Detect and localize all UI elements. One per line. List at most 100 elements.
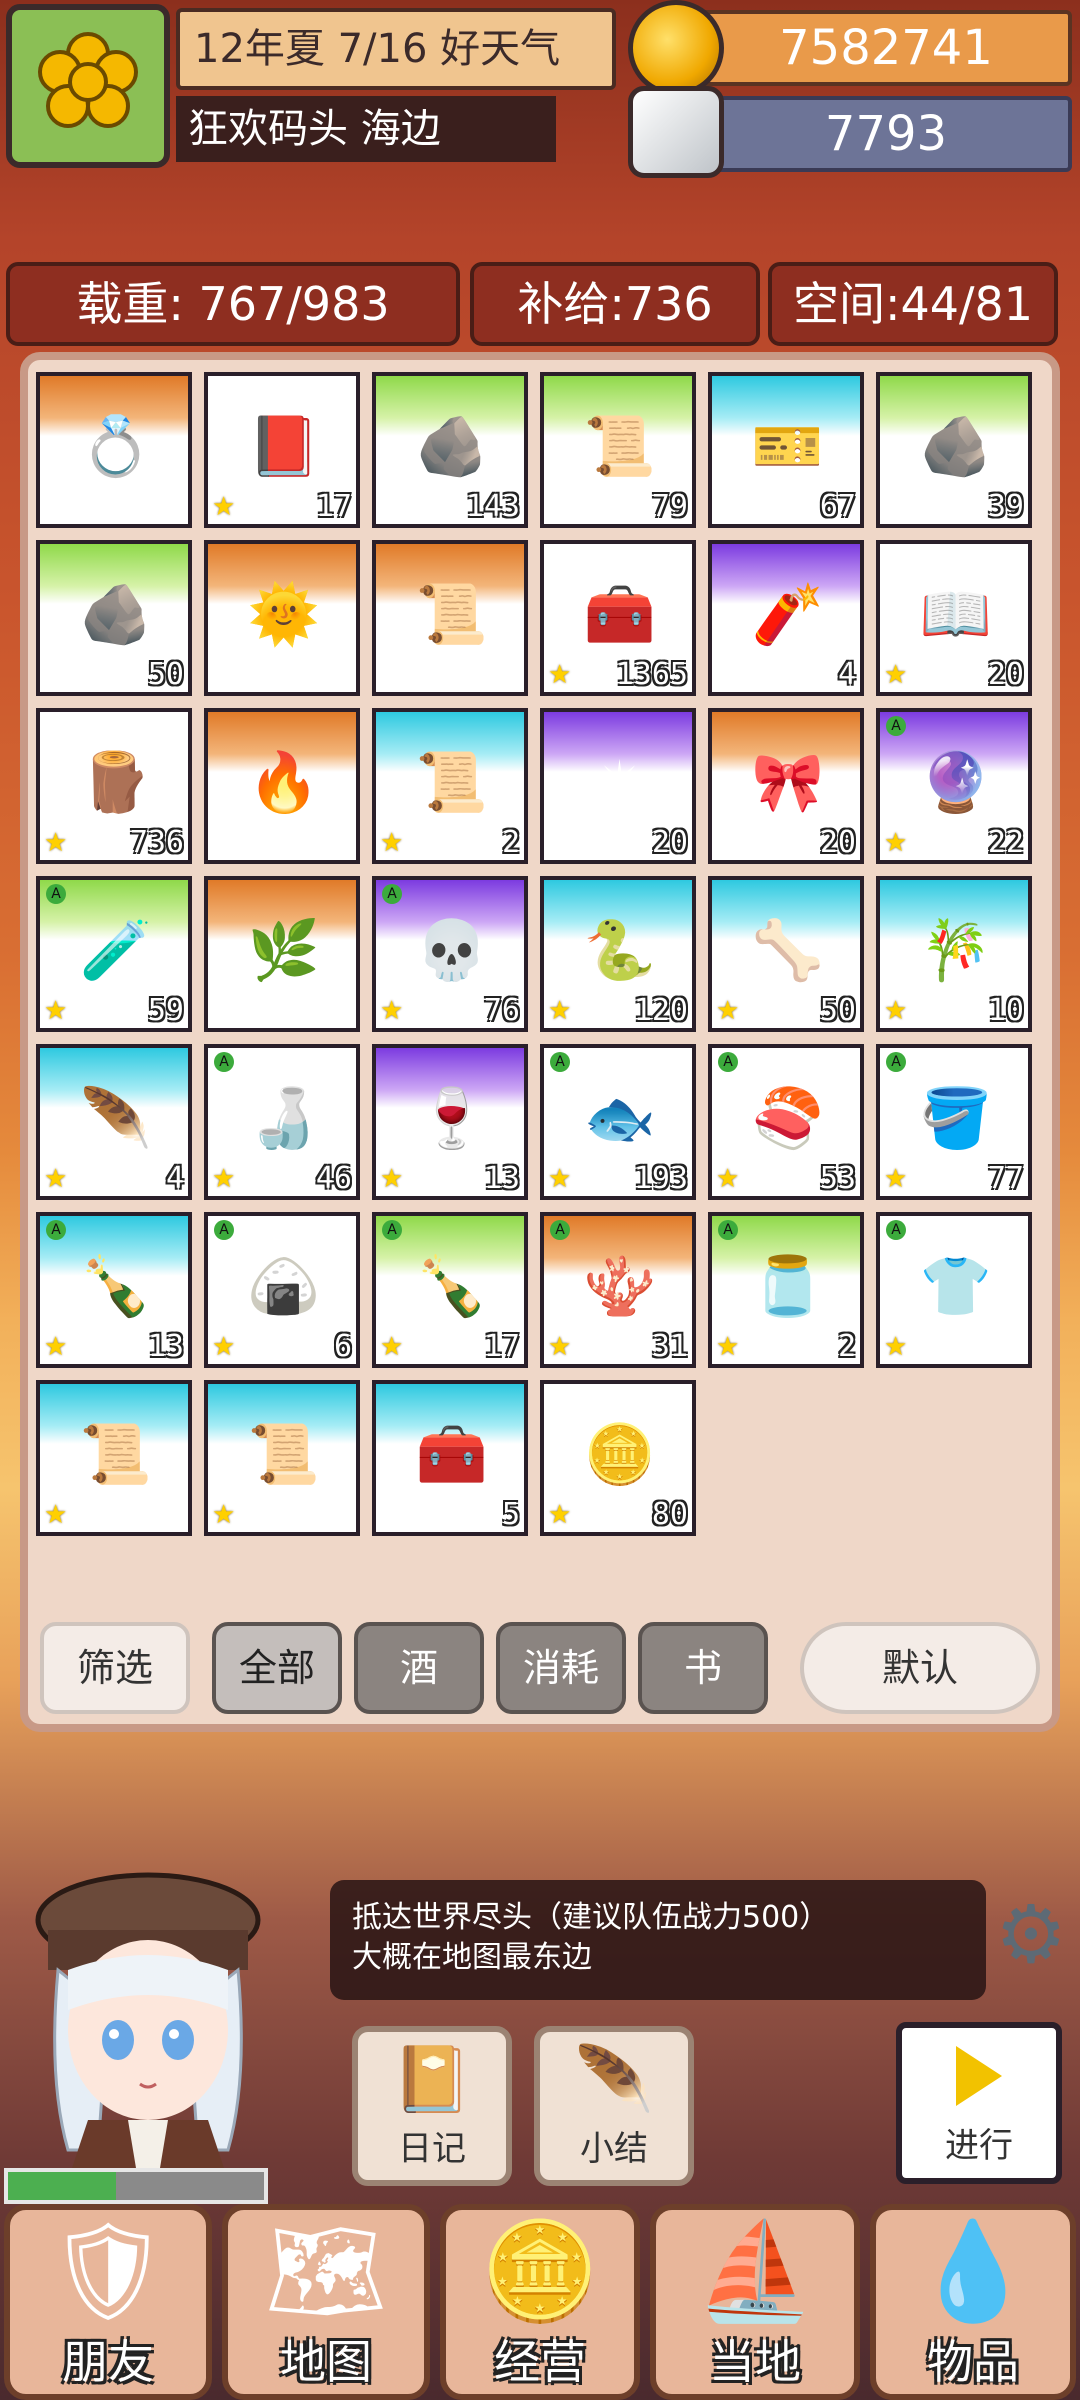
star-icon: ★: [212, 1164, 236, 1194]
nav-friends[interactable]: 🛡 朋友: [4, 2204, 212, 2400]
nav-map[interactable]: 🗺 地图: [222, 2204, 430, 2400]
star-icon: ★: [884, 660, 908, 690]
inventory-slot[interactable]: 🐟 A ★ 193: [540, 1044, 696, 1200]
inventory-slot[interactable]: 👕 A ★: [876, 1212, 1032, 1368]
inventory-slot[interactable]: 🧰 5: [372, 1380, 528, 1536]
item-count: 4: [837, 657, 856, 692]
inventory-slot[interactable]: 🍣 A ★ 53: [708, 1044, 864, 1200]
item-count: 193: [633, 1161, 688, 1196]
tab-wine[interactable]: 酒: [354, 1622, 484, 1714]
inventory-slot[interactable]: 📜 ★: [204, 1380, 360, 1536]
a-badge-icon: A: [214, 1052, 234, 1072]
inventory-slot[interactable]: 🎋 ★ 10: [876, 876, 1032, 1032]
sauce-bottle-icon: 🍾: [415, 1252, 489, 1320]
tab-book[interactable]: 书: [638, 1622, 768, 1714]
item-count: 143: [465, 489, 520, 524]
quest-line-1: 抵达世界尽头（建议队伍战力500）: [352, 1900, 830, 1935]
inventory-slot[interactable]: 🍶 A ★ 46: [204, 1044, 360, 1200]
inventory-slot[interactable]: 📕 ★ 17: [204, 372, 360, 528]
star-icon: ★: [716, 1164, 740, 1194]
item-count: 22: [987, 825, 1024, 860]
inventory-slot[interactable]: 🦴 ★ 50: [708, 876, 864, 1032]
map-icon: 🗺: [265, 2215, 387, 2327]
nav-items[interactable]: 💧 物品: [870, 2204, 1076, 2400]
inventory-slot[interactable]: 💀 A ★ 76: [372, 876, 528, 1032]
nav-business[interactable]: 🪙 经营: [440, 2204, 640, 2400]
inventory-slot[interactable]: 🍾 A ★ 13: [36, 1212, 192, 1368]
treasure-chest-icon: 🧰: [415, 1420, 489, 1488]
coin-stack-icon: 🪙: [480, 2215, 600, 2327]
leaf-ring-icon: 🌿: [247, 916, 321, 984]
inventory-slot[interactable]: 🍾 A ★ 17: [372, 1212, 528, 1368]
nav-friends-label: 朋友: [62, 2335, 154, 2389]
inventory-slot[interactable]: 🪣 A ★ 77: [876, 1044, 1032, 1200]
diary-button[interactable]: 📔 日记: [352, 2026, 512, 2186]
inventory-slot[interactable]: 🔮 A ★ 22: [876, 708, 1032, 864]
season-flower-icon[interactable]: [6, 4, 170, 168]
inventory-slot[interactable]: 🪨 50: [36, 540, 192, 696]
inventory-slot[interactable]: 🍷 ★ 13: [372, 1044, 528, 1200]
item-count: 20: [819, 825, 856, 860]
rice-ball-icon: 🍙: [247, 1252, 321, 1320]
inventory-slot[interactable]: 🐍 ★ 120: [540, 876, 696, 1032]
inventory-slot[interactable]: 🫙 A ★ 2: [708, 1212, 864, 1368]
bucket-icon: 🪣: [919, 1084, 993, 1152]
inventory-slot[interactable]: 📖 ★ 20: [876, 540, 1032, 696]
inventory-slot[interactable]: 🌿: [204, 876, 360, 1032]
inventory-slot[interactable]: 🧨 4: [708, 540, 864, 696]
inventory-slot[interactable]: 🌞: [204, 540, 360, 696]
nav-local[interactable]: ⛵ 当地: [650, 2204, 860, 2400]
summary-button[interactable]: 🪶 小结: [534, 2026, 694, 2186]
salmon-icon: 🍣: [751, 1084, 825, 1152]
item-count: 50: [147, 657, 184, 692]
inventory-slot[interactable]: 🪙 ★ 80: [540, 1380, 696, 1536]
inventory-slot[interactable]: 🪨 143: [372, 372, 528, 528]
inventory-slot[interactable]: ✴ 20: [540, 708, 696, 864]
wine-bottle-icon: 🍷: [415, 1084, 489, 1152]
silver-amount: 7793: [700, 96, 1072, 172]
bone-scroll-icon: 🦴: [751, 916, 825, 984]
inventory-slot[interactable]: 🧰 ★ 1365: [540, 540, 696, 696]
book-icon: 📕: [247, 412, 321, 480]
star-icon: ★: [212, 1332, 236, 1362]
star-icon: ★: [548, 660, 572, 690]
inventory-slot[interactable]: 📜 ★ 2: [372, 708, 528, 864]
inventory-slot[interactable]: 💍: [36, 372, 192, 528]
character-portrait[interactable]: [28, 1860, 268, 2180]
gear-icon[interactable]: ⚙: [990, 1894, 1072, 1976]
star-icon: ★: [548, 1332, 572, 1362]
star-icon: ★: [548, 1500, 572, 1530]
proceed-button[interactable]: 进行: [896, 2022, 1062, 2184]
star-icon: ★: [44, 996, 68, 1026]
inventory-slot[interactable]: 🪨 39: [876, 372, 1032, 528]
inventory-slot[interactable]: 🎫 67: [708, 372, 864, 528]
item-count: 120: [633, 993, 688, 1028]
inventory-slot[interactable]: 📜 ★: [36, 1380, 192, 1536]
quest-box[interactable]: 抵达世界尽头（建议队伍战力500） 大概在地图最东边: [330, 1880, 986, 2000]
pearl-icon: 🔮: [919, 748, 993, 816]
star-icon: ★: [884, 828, 908, 858]
quest-line-2: 大概在地图最东边: [352, 1940, 592, 1975]
sort-default-button[interactable]: 默认: [800, 1622, 1040, 1714]
inventory-slot[interactable]: 🪶 ★ 4: [36, 1044, 192, 1200]
item-count: 59: [147, 993, 184, 1028]
inventory-slot[interactable]: 🧪 A ★ 59: [36, 876, 192, 1032]
inventory-slot[interactable]: 📜 79: [540, 372, 696, 528]
inventory-slot[interactable]: 🍙 A ★ 6: [204, 1212, 360, 1368]
inventory-slot[interactable]: 📜: [372, 540, 528, 696]
book-icon: 📔: [392, 2043, 472, 2117]
inventory-slot[interactable]: 🎀 20: [708, 708, 864, 864]
star-icon: ★: [716, 1332, 740, 1362]
a-badge-icon: A: [886, 716, 906, 736]
filter-button[interactable]: 筛选: [40, 1622, 190, 1714]
inventory-slot[interactable]: 🔥: [204, 708, 360, 864]
star-icon: ★: [44, 1164, 68, 1194]
item-count: 20: [651, 825, 688, 860]
inventory-slot[interactable]: 🪵 ★ 736: [36, 708, 192, 864]
item-count: 4: [165, 1161, 184, 1196]
tab-consumable[interactable]: 消耗: [496, 1622, 626, 1714]
quill-icon: 🪶: [574, 2043, 654, 2117]
inventory-slot[interactable]: 🪸 A ★ 31: [540, 1212, 696, 1368]
tab-all[interactable]: 全部: [212, 1622, 342, 1714]
nav-map-label: 地图: [280, 2335, 372, 2389]
